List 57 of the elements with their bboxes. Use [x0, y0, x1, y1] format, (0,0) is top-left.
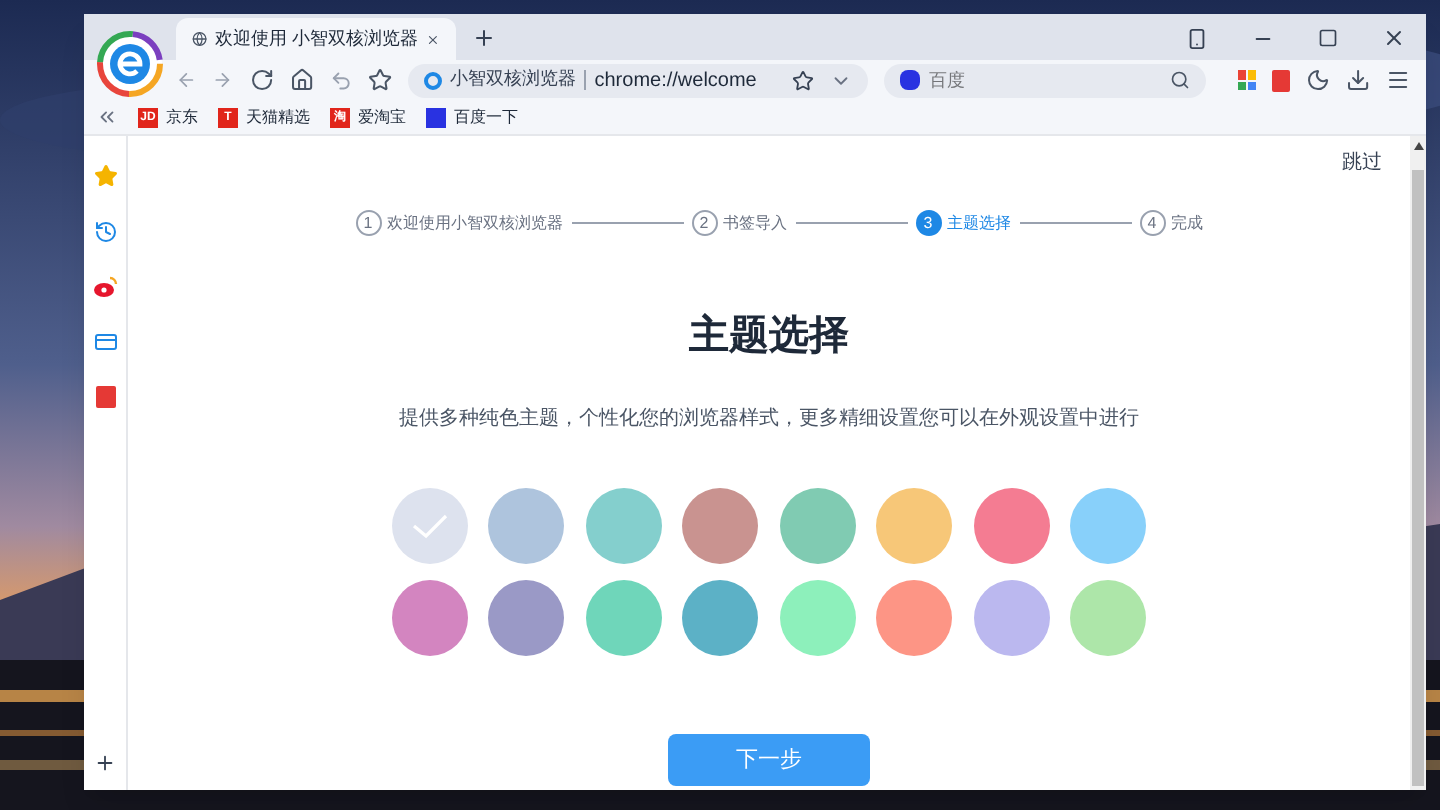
address-bar[interactable]: 小智双核浏览器 chrome://welcome [408, 63, 869, 97]
skip-link[interactable]: 跳过 [1342, 148, 1382, 178]
step-indicator: 1 欢迎使用小智双核浏览器 [355, 210, 563, 236]
undo-icon[interactable] [329, 67, 353, 93]
step-indicator: 4 完成 [1139, 210, 1203, 236]
check-icon [409, 512, 450, 540]
forward-icon[interactable] [212, 68, 234, 92]
tab-title: 欢迎使用 小智双核浏览器 [215, 25, 419, 52]
weibo-icon[interactable] [93, 276, 117, 298]
theme-swatch[interactable] [779, 580, 856, 656]
site-logo-icon [424, 71, 443, 89]
description-text: 提供多种纯色主题，个性化您的浏览器样式，更多精细设置您可以在外观设置中进行 [399, 405, 1139, 434]
menu-icon[interactable] [1385, 66, 1410, 94]
theme-swatch[interactable] [779, 488, 856, 564]
theme-swatch[interactable] [1070, 580, 1147, 656]
step-indicator: 2 书签导入 [691, 210, 787, 236]
theme-swatch[interactable] [682, 488, 759, 564]
theme-swatch[interactable] [973, 580, 1050, 656]
home-icon[interactable] [289, 66, 314, 94]
history-icon[interactable] [93, 220, 117, 244]
star-icon[interactable] [368, 66, 393, 94]
search-icon[interactable] [1170, 70, 1191, 90]
card-icon[interactable] [93, 330, 117, 354]
back-icon[interactable] [176, 68, 197, 92]
theme-swatch[interactable] [876, 580, 953, 656]
theme-swatch[interactable] [391, 580, 468, 656]
site-name: 小智双核浏览器 [450, 66, 577, 93]
theme-swatch[interactable] [585, 488, 662, 564]
scroll-up-icon[interactable] [1413, 142, 1423, 150]
new-tab-icon[interactable] [472, 26, 496, 50]
address-url: chrome://welcome [594, 67, 759, 95]
theme-swatch[interactable] [391, 488, 468, 564]
theme-swatch[interactable] [488, 488, 565, 564]
step-indicator: 3 主题选择 [915, 210, 1011, 236]
theme-swatch[interactable] [585, 580, 662, 656]
theme-swatch[interactable] [1070, 488, 1147, 564]
globe-icon [192, 28, 208, 50]
theme-swatch[interactable] [973, 488, 1050, 564]
download-icon[interactable] [1345, 66, 1370, 94]
theme-swatch[interactable] [682, 580, 759, 656]
theme-swatch[interactable] [488, 580, 565, 656]
bookmark-item[interactable]: 百度一下 [426, 105, 518, 129]
collapse-icon[interactable] [96, 106, 118, 128]
search-box[interactable]: 百度 [884, 63, 1207, 97]
theme-swatch[interactable] [876, 488, 953, 564]
bookmark-star-icon[interactable] [792, 69, 815, 91]
add-icon[interactable] [94, 752, 116, 774]
search-input[interactable]: 百度 [928, 65, 1163, 95]
dark-mode-icon[interactable] [1305, 66, 1330, 94]
reload-icon[interactable] [249, 66, 274, 94]
phone-icon[interactable] [1186, 27, 1208, 49]
favorites-icon[interactable] [93, 164, 117, 188]
close-icon[interactable] [1382, 26, 1406, 50]
maximize-icon[interactable] [1318, 28, 1338, 48]
page-heading: 主题选择 [689, 311, 849, 362]
browser-tab[interactable]: 欢迎使用 小智双核浏览器 [176, 18, 456, 60]
apps-icon[interactable] [1238, 70, 1257, 90]
